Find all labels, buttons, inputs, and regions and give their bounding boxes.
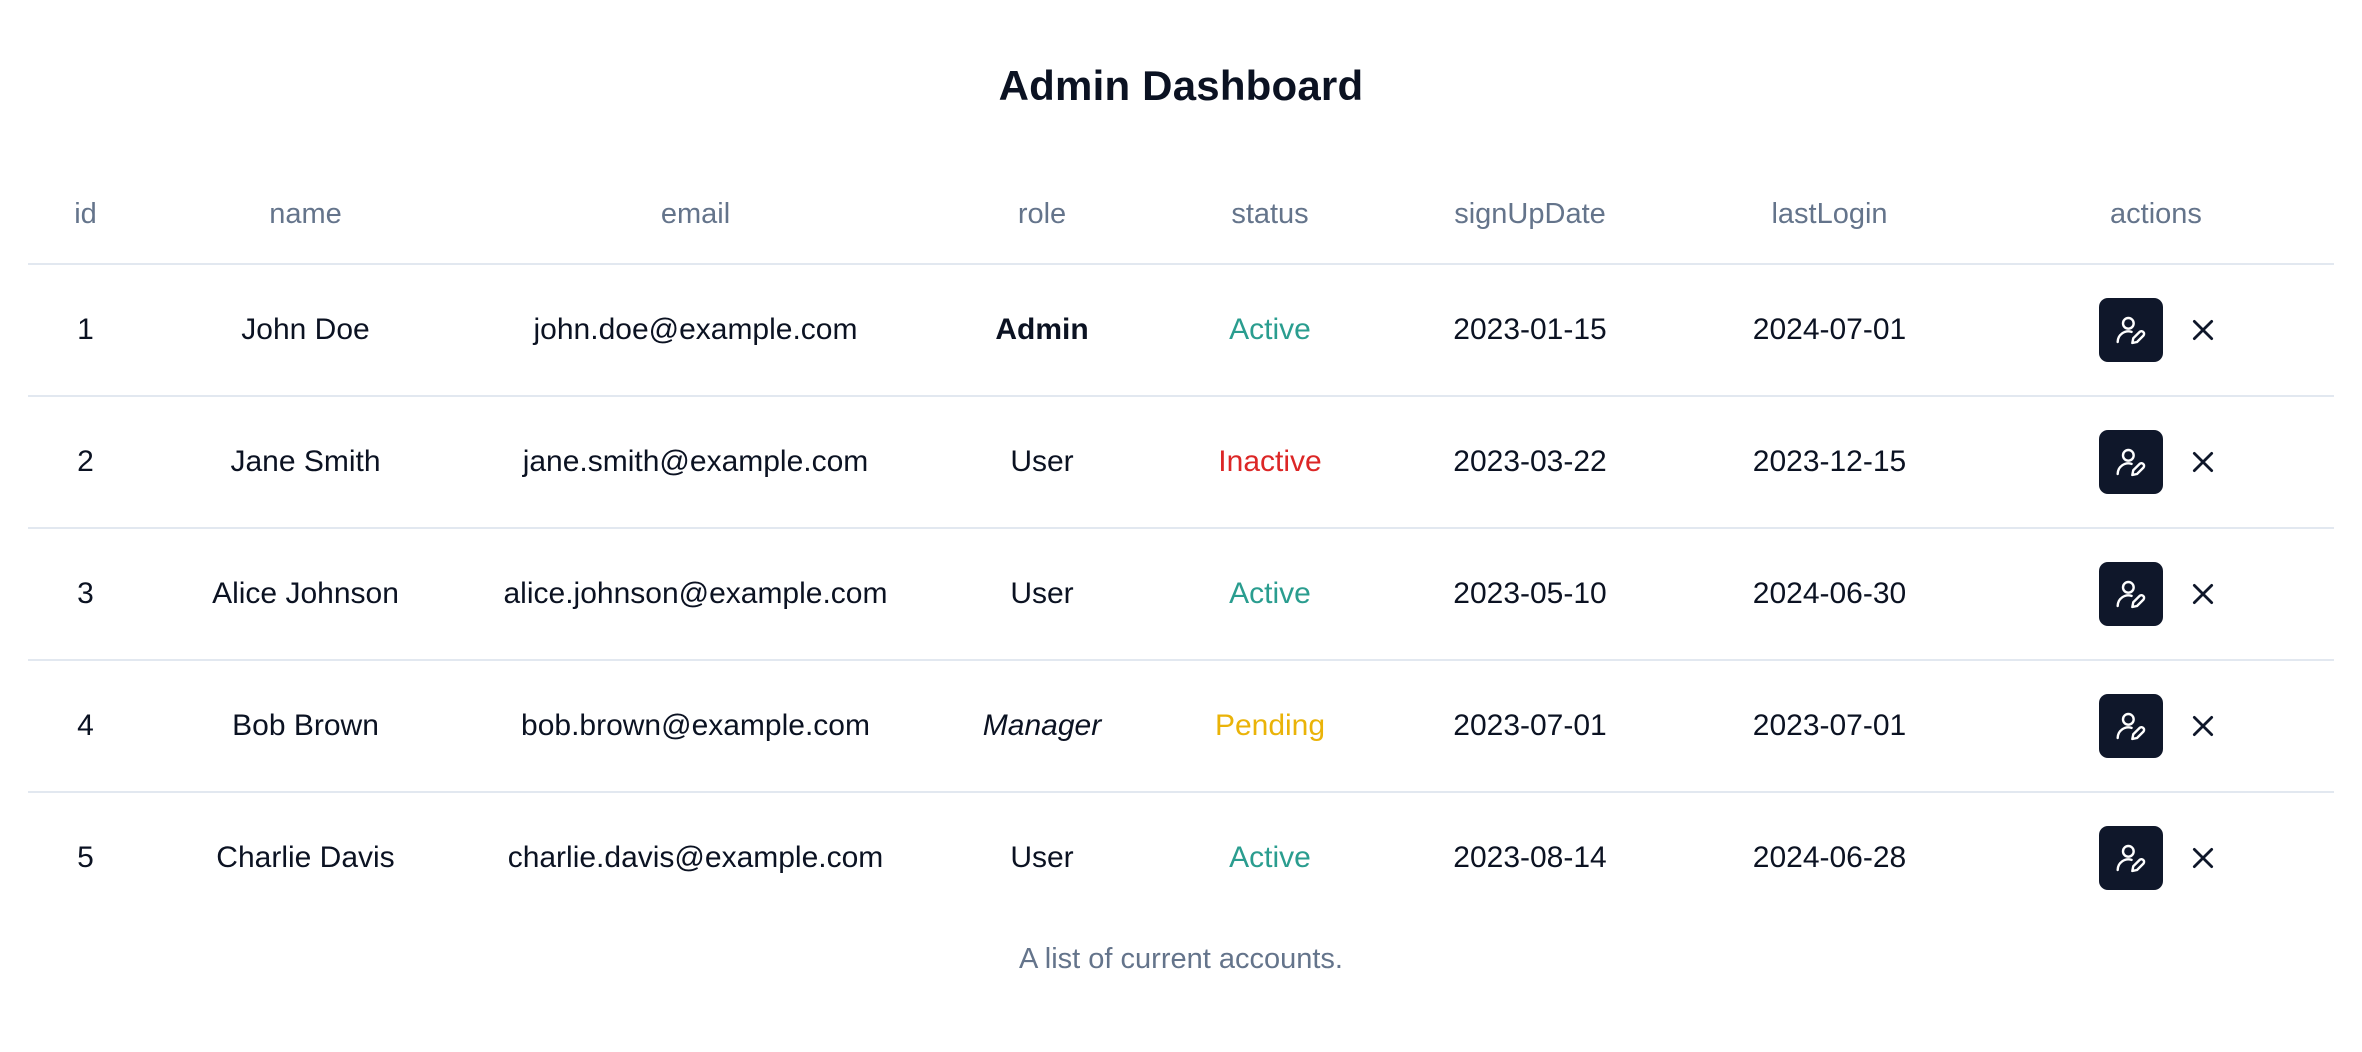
cell-name: Bob Brown bbox=[143, 660, 468, 793]
table-caption: A list of current accounts. bbox=[1019, 943, 1343, 975]
admin-dashboard-page: Admin Dashboard id name email role statu… bbox=[0, 0, 2362, 1052]
cell-id: 2 bbox=[28, 396, 143, 529]
row-actions bbox=[1978, 826, 2334, 890]
cell-email: alice.johnson@example.com bbox=[468, 528, 923, 661]
column-header-status[interactable]: status bbox=[1161, 165, 1379, 265]
cell-email: jane.smith@example.com bbox=[468, 396, 923, 529]
cell-signupdate: 2023-05-10 bbox=[1379, 528, 1681, 661]
column-header-name[interactable]: name bbox=[143, 165, 468, 265]
edit-user-button[interactable] bbox=[2099, 694, 2163, 758]
column-header-id[interactable]: id bbox=[28, 165, 143, 265]
page-title: Admin Dashboard bbox=[998, 62, 1364, 109]
edit-user-button[interactable] bbox=[2099, 430, 2163, 494]
delete-user-button[interactable] bbox=[2185, 708, 2221, 744]
cell-actions bbox=[1978, 660, 2334, 793]
cell-lastlogin: 2023-07-01 bbox=[1681, 660, 1978, 793]
cell-lastlogin: 2024-07-01 bbox=[1681, 264, 1978, 397]
close-icon bbox=[2192, 319, 2214, 341]
cell-status: Pending bbox=[1161, 660, 1379, 793]
column-header-signupdate[interactable]: signUpDate bbox=[1379, 165, 1681, 265]
cell-role: User bbox=[923, 396, 1161, 529]
cell-role: User bbox=[923, 528, 1161, 661]
close-icon bbox=[2192, 583, 2214, 605]
cell-lastlogin: 2024-06-30 bbox=[1681, 528, 1978, 661]
edit-user-button[interactable] bbox=[2099, 298, 2163, 362]
row-actions bbox=[1978, 562, 2334, 626]
cell-lastlogin: 2024-06-28 bbox=[1752, 841, 1907, 874]
cell-actions bbox=[1978, 528, 2334, 661]
cell-signupdate: 2023-07-01 bbox=[1379, 660, 1681, 793]
cell-signupdate: 2023-08-14 bbox=[1453, 841, 1607, 874]
delete-user-button[interactable] bbox=[2185, 576, 2221, 612]
cell-actions bbox=[1978, 792, 2334, 923]
cell-email: john.doe@example.com bbox=[468, 264, 923, 397]
cell-signupdate: 2023-01-15 bbox=[1379, 264, 1681, 397]
cell-name: Charlie Davis bbox=[216, 841, 395, 874]
cell-role: User bbox=[1010, 841, 1074, 874]
table-row: 1 John Doe john.doe@example.com Admin Ac… bbox=[28, 264, 2334, 397]
cell-status: Inactive bbox=[1161, 396, 1379, 529]
user-pen-icon bbox=[2116, 580, 2146, 609]
column-header-lastlogin[interactable]: lastLogin bbox=[1681, 165, 1978, 265]
accounts-table-container: id name email role status signUpDate las… bbox=[28, 165, 2334, 923]
close-icon bbox=[2192, 451, 2214, 473]
cell-email: charlie.davis@example.com bbox=[507, 841, 884, 874]
cell-lastlogin: 2023-12-15 bbox=[1681, 396, 1978, 529]
cell-name: Alice Johnson bbox=[143, 528, 468, 661]
close-icon bbox=[2192, 847, 2214, 869]
table-row: 3 Alice Johnson alice.johnson@example.co… bbox=[28, 528, 2334, 661]
cell-status: Active bbox=[1161, 528, 1379, 661]
user-pen-icon bbox=[2116, 448, 2146, 477]
cell-actions bbox=[1978, 396, 2334, 529]
cell-name: John Doe bbox=[143, 264, 468, 397]
table-row: 4 Bob Brown bob.brown@example.com Manage… bbox=[28, 660, 2334, 793]
delete-user-button[interactable] bbox=[2185, 312, 2221, 348]
cell-email: bob.brown@example.com bbox=[468, 660, 923, 793]
column-header-email[interactable]: email bbox=[468, 165, 923, 265]
column-header-actions: actions bbox=[1978, 165, 2334, 265]
delete-user-button[interactable] bbox=[2185, 840, 2221, 876]
cell-role: Manager bbox=[923, 660, 1161, 793]
table-row: 5 Charlie Davis charlie.davis@example.co… bbox=[28, 792, 2334, 923]
user-pen-icon bbox=[2116, 844, 2146, 873]
row-actions bbox=[1978, 298, 2334, 362]
cell-actions bbox=[1978, 264, 2334, 397]
column-header-role[interactable]: role bbox=[923, 165, 1161, 265]
delete-user-button[interactable] bbox=[2185, 444, 2221, 480]
table-row: 2 Jane Smith jane.smith@example.com User… bbox=[28, 396, 2334, 529]
accounts-table: id name email role status signUpDate las… bbox=[28, 165, 2334, 923]
cell-name: Jane Smith bbox=[143, 396, 468, 529]
cell-id: 1 bbox=[28, 264, 143, 397]
cell-status: Active bbox=[1161, 264, 1379, 397]
edit-user-button[interactable] bbox=[2099, 562, 2163, 626]
edit-user-button[interactable] bbox=[2099, 826, 2163, 890]
row-actions bbox=[1978, 430, 2334, 494]
cell-id: 3 bbox=[28, 528, 143, 661]
close-icon bbox=[2192, 715, 2214, 737]
cell-id: 4 bbox=[28, 660, 143, 793]
cell-status: Active bbox=[1229, 841, 1311, 874]
cell-signupdate: 2023-03-22 bbox=[1379, 396, 1681, 529]
cell-id: 5 bbox=[77, 841, 94, 874]
table-header-row: id name email role status signUpDate las… bbox=[28, 165, 2334, 265]
cell-role: Admin bbox=[923, 264, 1161, 397]
user-pen-icon bbox=[2116, 316, 2146, 345]
user-pen-icon bbox=[2116, 712, 2146, 741]
row-actions bbox=[1978, 694, 2334, 758]
